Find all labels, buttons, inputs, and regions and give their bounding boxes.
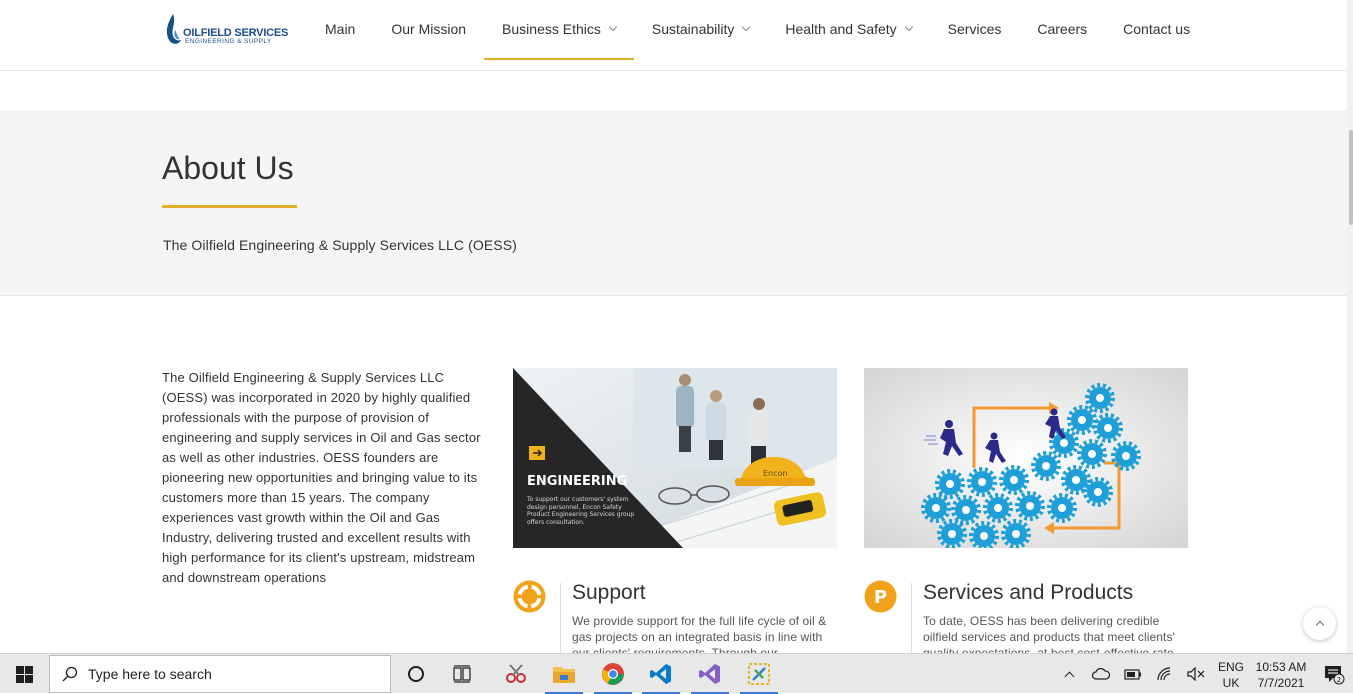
onedrive-button[interactable] <box>1088 654 1114 694</box>
engineering-image: Encon ENGINEERING To support our custome… <box>513 368 837 548</box>
keyboard-layout: UK <box>1222 676 1240 690</box>
wrench-tool-icon <box>748 663 770 685</box>
site-logo[interactable]: OILFIELD SERVICES ENGINEERING & SUPPLY <box>163 12 288 48</box>
search-icon <box>62 666 78 682</box>
volume-muted-icon <box>1187 667 1205 681</box>
support-title: Support <box>572 581 646 604</box>
chevron-down-icon <box>742 22 751 32</box>
main-nav: Main Our Mission Business Ethics Sustain… <box>307 0 1208 60</box>
snipping-tool-button[interactable] <box>493 654 539 694</box>
windows-logo-icon <box>15 665 33 683</box>
feature-divider <box>911 583 912 653</box>
nav-label: Our Mission <box>391 21 467 37</box>
task-view-icon <box>453 665 471 683</box>
engineering-heading: ENGINEERING <box>527 474 627 489</box>
visual-studio-icon <box>699 664 720 684</box>
page-scrollbar[interactable] <box>1347 0 1353 653</box>
nav-label: Sustainability <box>651 21 735 37</box>
notification-count: 2 <box>1337 676 1341 684</box>
page-title: About Us <box>162 150 294 186</box>
language-indicator[interactable]: ENG UK <box>1214 659 1248 691</box>
notification-center-button[interactable]: 2 <box>1318 654 1350 694</box>
nav-item-health-and-safety[interactable]: Health and Safety <box>767 0 929 58</box>
network-button[interactable] <box>1153 654 1177 694</box>
visual-studio-button[interactable] <box>687 654 733 694</box>
chevron-up-icon <box>1315 620 1324 630</box>
nav-item-careers[interactable]: Careers <box>1019 0 1105 58</box>
scrollbar-thumb[interactable] <box>1349 130 1353 225</box>
services-products-text: To date, OESS has been delivering credib… <box>923 614 1175 653</box>
feature-divider <box>560 583 561 653</box>
chevron-down-icon <box>608 22 618 32</box>
lifebuoy-icon <box>513 580 546 613</box>
title-underline <box>162 205 297 208</box>
nav-item-our-mission[interactable]: Our Mission <box>373 0 484 58</box>
back-to-top-button[interactable] <box>1303 607 1336 640</box>
tool-app-button[interactable] <box>736 654 782 694</box>
gears-image <box>864 368 1188 548</box>
windows-taskbar: Type here to search ENG UK 10:53 AM 7/7/… <box>0 653 1353 694</box>
chrome-icon <box>602 663 624 685</box>
nav-label: Services <box>947 21 1002 37</box>
folder-icon <box>553 667 575 683</box>
engineering-caption: To support our customers' system design … <box>527 496 635 526</box>
vscode-icon <box>650 664 671 684</box>
engineering-photo: Encon ENGINEERING To support our custome… <box>513 368 837 548</box>
taskbar-clock[interactable]: 10:53 AM 7/7/2021 <box>1250 659 1312 691</box>
nav-label: Main <box>325 21 356 37</box>
services-products-title: Services and Products <box>923 581 1134 604</box>
svg-text:P: P <box>874 587 887 608</box>
gears-illustration <box>864 368 1188 548</box>
chrome-button[interactable] <box>590 654 636 694</box>
cloud-icon <box>1092 668 1110 680</box>
intro-paragraph: The Oilfield Engineering & Supply Servic… <box>162 370 481 585</box>
nav-label: Business Ethics <box>502 21 601 37</box>
volume-button[interactable] <box>1184 654 1208 694</box>
start-button[interactable] <box>0 654 48 694</box>
helmet-brand: Encon <box>763 469 788 478</box>
wifi-icon <box>1157 667 1171 681</box>
parking-p-icon: P <box>864 580 897 613</box>
task-view-button[interactable] <box>440 654 486 694</box>
clock-time: 10:53 AM <box>1255 660 1307 674</box>
nav-item-sustainability[interactable]: Sustainability <box>634 0 768 58</box>
nav-item-services[interactable]: Services <box>930 0 1020 58</box>
site-header: OILFIELD SERVICES ENGINEERING & SUPPLY M… <box>0 0 1350 71</box>
chevron-down-icon <box>904 22 913 32</box>
cortana-button[interactable] <box>393 654 439 694</box>
browser-viewport: OILFIELD SERVICES ENGINEERING & SUPPLY M… <box>0 0 1353 653</box>
nav-label: Careers <box>1037 21 1088 37</box>
vscode-button[interactable] <box>638 654 684 694</box>
clock-date: 7/7/2021 <box>1257 676 1305 690</box>
about-banner: About Us The Oilfield Engineering & Supp… <box>0 110 1350 296</box>
show-hidden-icons-button[interactable] <box>1058 654 1080 694</box>
nav-item-contact-us[interactable]: Contact us <box>1105 0 1208 58</box>
nav-item-business-ethics[interactable]: Business Ethics <box>484 0 634 60</box>
chevron-up-icon <box>1064 671 1074 681</box>
search-placeholder: Type here to search <box>88 666 212 682</box>
language-code: ENG <box>1217 660 1244 674</box>
scissors-icon <box>506 664 526 683</box>
battery-icon <box>1124 669 1141 680</box>
page-subtitle: The Oilfield Engineering & Supply Servic… <box>163 237 517 253</box>
logo-tagline: ENGINEERING & SUPPLY <box>185 38 272 45</box>
support-text: We provide support for the full life cyc… <box>572 614 827 653</box>
nav-item-main[interactable]: Main <box>307 0 373 58</box>
nav-label: Contact us <box>1123 21 1191 37</box>
file-explorer-button[interactable] <box>541 654 587 694</box>
cortana-circle-icon <box>408 666 424 682</box>
notification-icon: 2 <box>1325 666 1345 685</box>
nav-label: Health and Safety <box>785 21 897 37</box>
taskbar-search-box[interactable]: Type here to search <box>49 655 391 693</box>
battery-button[interactable] <box>1121 654 1145 694</box>
